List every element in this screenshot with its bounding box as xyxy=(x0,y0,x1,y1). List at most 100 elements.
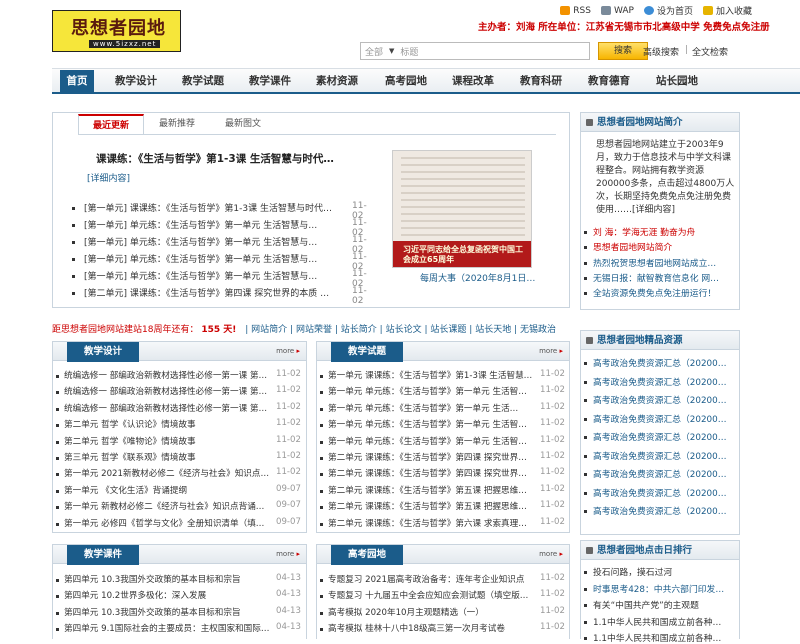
list-item[interactable]: 第二单元 课课练：《生活与哲学》第五课 把握思维… 11-02 xyxy=(320,484,566,500)
list-item[interactable]: 有关“中国共产党”的主观题 xyxy=(584,598,740,611)
wap-link[interactable]: WAP xyxy=(600,6,634,16)
list-item[interactable]: 第一单元 单元练：《生活与哲学》第一单元 生活智慧… 11-02 xyxy=(320,418,566,434)
item-title: 第一单元 单元练：《生活与哲学》第一单元 生活智慧… xyxy=(328,420,534,431)
add-favorite-link[interactable]: 加入收藏 xyxy=(702,4,752,17)
list-item[interactable]: 专题复习 十九届五中全会应知应会测试题（填空版… 11-02 xyxy=(320,589,566,605)
nav-curriculum[interactable]: 课程改革 xyxy=(452,73,494,88)
list-item[interactable]: 1.1中华人民共和国成立前各种… xyxy=(584,615,740,628)
nav-teaching-tests[interactable]: 教学试题 xyxy=(182,73,224,88)
list-item[interactable]: 统编选修一 部编政治新教材选择性必修一第一课 第二… 11-02 xyxy=(56,385,302,401)
list-item[interactable]: 高考政治免费资源汇总（20200… xyxy=(584,393,740,406)
list-item[interactable]: 第三单元 哲学《联系观》情境故事 11-02 xyxy=(56,451,302,467)
list-item[interactable]: 第一单元 单元练：《生活与哲学》第一单元 生活智慧… 11-02 xyxy=(320,385,566,401)
item-title: 第一单元 单元练：《生活与哲学》第一单元 生活智慧… xyxy=(328,436,534,447)
site-logo[interactable]: 思想者园地 www.5izxz.net xyxy=(52,10,181,52)
list-item[interactable]: [第一单元] 单元练：《生活与哲学》第一单元 生活智慧与… 11-02 xyxy=(72,218,372,238)
nav-gaokao[interactable]: 高考园地 xyxy=(385,73,427,88)
list-item[interactable]: 第一单元 必修四《哲学与文化》全册知识清单（填空… 09-07 xyxy=(56,517,302,533)
ticker-link[interactable]: 站长天地 xyxy=(475,325,511,335)
newspaper-texture xyxy=(401,157,525,237)
news-image-caption[interactable]: 每周大事（2020年8月1日… xyxy=(420,271,535,284)
list-item[interactable]: 高考政治免费资源汇总（20200… xyxy=(584,412,740,425)
item-title: 无锡日报：献智教育信息化 网… xyxy=(593,273,719,284)
nav-webmaster[interactable]: 站长园地 xyxy=(656,73,698,88)
ticker-link[interactable]: 网站简介 xyxy=(251,325,287,335)
list-item[interactable]: 第一单元 课课练：《生活与哲学》第1-3课 生活智慧… 11-02 xyxy=(320,369,566,385)
ticker-link[interactable]: 站长简介 xyxy=(341,325,377,335)
list-item[interactable]: 高考政治免费资源汇总（20200… xyxy=(584,356,740,369)
list-item[interactable]: 高考政治免费资源汇总（20200… xyxy=(584,467,740,480)
search-scope-select[interactable]: 全部 xyxy=(365,45,383,58)
item-title: 热烈祝贺思想者园地网站成立… xyxy=(593,258,717,269)
item-title: 第二单元 哲学《认识论》情境故事 xyxy=(64,420,196,431)
set-homepage-link[interactable]: 设为首页 xyxy=(643,4,693,17)
list-item[interactable]: 第四单元 10.3我国外交政策的基本目标和宗旨 04-13 xyxy=(56,606,302,622)
list-item[interactable]: 第一单元 2021新教材必修二《经济与社会》知识点背… 11-02 xyxy=(56,467,302,483)
list-item[interactable]: 时事思考428：中共六部门印发… xyxy=(584,582,740,595)
nav-courseware[interactable]: 教学课件 xyxy=(249,73,291,88)
more-link[interactable]: more ▸ xyxy=(276,347,300,355)
item-title: 第四单元 10.3我国外交政策的基本目标和宗旨 xyxy=(64,575,241,585)
list-item[interactable]: 1.1中华人民共和国成立前各种… xyxy=(584,631,740,644)
nav-research[interactable]: 教育科研 xyxy=(520,73,562,88)
item-date: 11-02 xyxy=(540,483,565,494)
list-item[interactable]: 热烈祝贺思想者园地网站成立… xyxy=(584,256,740,269)
list-item[interactable]: [第一单元] 单元练：《生活与哲学》第一单元 生活智慧与… 11-02 xyxy=(72,252,372,272)
list-item[interactable]: 第四单元 10.3我国外交政策的基本目标和宗旨 04-13 xyxy=(56,573,302,589)
list-item[interactable]: 高考政治免费资源汇总（20200… xyxy=(584,449,740,462)
list-item[interactable]: 第四单元 9.1国际社会的主要成员：主权国家和国际… 04-13 xyxy=(56,622,302,638)
list-item[interactable]: 第一单元 单元练：《生活与哲学》第一单元 生活… 11-02 xyxy=(320,402,566,418)
list-item[interactable]: 第一单元 单元练：《生活与哲学》第一单元 生活智慧… 11-02 xyxy=(320,435,566,451)
advanced-search-link[interactable]: 高级搜索 xyxy=(643,45,679,58)
list-item[interactable]: 第一单元 《文化生活》背诵提纲 09-07 xyxy=(56,484,302,500)
list-item[interactable]: 无锡日报：献智教育信息化 网… xyxy=(584,271,740,284)
list-item[interactable]: 统编选修一 部编政治新教材选择性必修一第一课 第二… 11-02 xyxy=(56,369,302,385)
item-date: 11-02 xyxy=(276,401,301,412)
list-item[interactable]: 高考政治免费资源汇总（20200… xyxy=(584,375,740,388)
list-item[interactable]: 全站资源免费免点免注册运行！ xyxy=(584,286,740,299)
rss-link[interactable]: RSS xyxy=(560,6,591,16)
tab-image-news[interactable]: 最新图文 xyxy=(210,114,276,134)
nav-teaching-design[interactable]: 教学设计 xyxy=(115,73,157,88)
list-item[interactable]: 投石问路，摸石过河 xyxy=(584,565,740,578)
list-item[interactable]: [第一单元] 单元练：《生活与哲学》第一单元 生活智慧与… 11-02 xyxy=(72,235,372,255)
nav-moral-ed[interactable]: 教育德育 xyxy=(588,73,630,88)
list-item[interactable]: 第二单元 课课练：《生活与哲学》第六课 求索真理… 11-02 xyxy=(320,517,566,533)
list-item[interactable]: 高考政治免费资源汇总（20200… xyxy=(584,430,740,443)
ticker-link[interactable]: 无锡政治 xyxy=(520,325,556,335)
nav-materials[interactable]: 素材资源 xyxy=(316,73,358,88)
list-item[interactable]: 第二单元 哲学《认识论》情境故事 11-02 xyxy=(56,418,302,434)
list-item[interactable]: 刘 海：学海无涯 勤奋为舟 xyxy=(584,225,740,238)
search-input[interactable]: 全部 ▼ 标题 xyxy=(360,42,590,60)
more-link[interactable]: more ▸ xyxy=(539,550,563,558)
fulltext-search-link[interactable]: 全文检索 xyxy=(692,45,728,58)
list-item[interactable]: 专题复习 2021届高考政治备考：连年考企业知识点 11-02 xyxy=(320,573,566,589)
more-link[interactable]: more ▸ xyxy=(539,347,563,355)
list-item[interactable]: 第二单元 课课练：《生活与哲学》第四课 探究世界… 11-02 xyxy=(320,467,566,483)
detail-link[interactable]: [详细内容] xyxy=(87,171,130,184)
more-link[interactable]: more ▸ xyxy=(276,550,300,558)
ticker-link[interactable]: 站长课题 xyxy=(430,325,466,335)
ticker-link[interactable]: 站长论文 xyxy=(386,325,422,335)
tab-latest[interactable]: 最近更新 xyxy=(78,114,144,134)
news-image[interactable]: 习近平同志给全总复函祝贺中国工会成立65周年 xyxy=(392,150,532,268)
list-item[interactable]: 第二单元 课课练：《生活与哲学》第五课 把握思维… 11-02 xyxy=(320,500,566,516)
search-button[interactable]: 搜索 xyxy=(598,42,648,60)
list-item[interactable]: 思想者园地网站简介 xyxy=(584,240,740,253)
list-item[interactable]: 第二单元 哲学《唯物论》情境故事 11-02 xyxy=(56,435,302,451)
list-item[interactable]: 第一单元 新教材必修二《经济与社会》知识点背诵提纲 09-07 xyxy=(56,500,302,516)
list-item[interactable]: [第二单元] 课课练：《生活与哲学》第四课 探究世界的本质 … 11-02 xyxy=(72,286,372,306)
list-item[interactable]: 统编选修一 部编政治新教材选择性必修一第一课 第二… 11-02 xyxy=(56,402,302,418)
list-item[interactable]: [第一单元] 课课练：《生活与哲学》第1-3课 生活智慧与时代… 11-02 xyxy=(72,201,372,221)
headline-link[interactable]: 课课练：《生活与哲学》第1-3课 生活智慧与时代… xyxy=(96,151,334,166)
list-item[interactable]: 高考模拟 桂林十八中18级高三第一次月考试卷 11-02 xyxy=(320,622,566,638)
tab-recommended[interactable]: 最新推荐 xyxy=(144,114,210,134)
list-item[interactable]: 高考模拟 2020年10月主观题精选（一） 11-02 xyxy=(320,606,566,622)
nav-home[interactable]: 首页 xyxy=(60,70,94,92)
list-item[interactable]: 第二单元 课课练：《生活与哲学》第四课 探究世界… 11-02 xyxy=(320,451,566,467)
list-item[interactable]: 高考政治免费资源汇总（20200… xyxy=(584,486,740,499)
list-item[interactable]: [第一单元] 单元练：《生活与哲学》第一单元 生活智慧与… 11-02 xyxy=(72,269,372,289)
list-item[interactable]: 高考政治免费资源汇总（20200… xyxy=(584,504,740,517)
list-item[interactable]: 第四单元 10.2世界多极化：深入发展 04-13 xyxy=(56,589,302,605)
ticker-link[interactable]: 网站荣誉 xyxy=(296,325,332,335)
